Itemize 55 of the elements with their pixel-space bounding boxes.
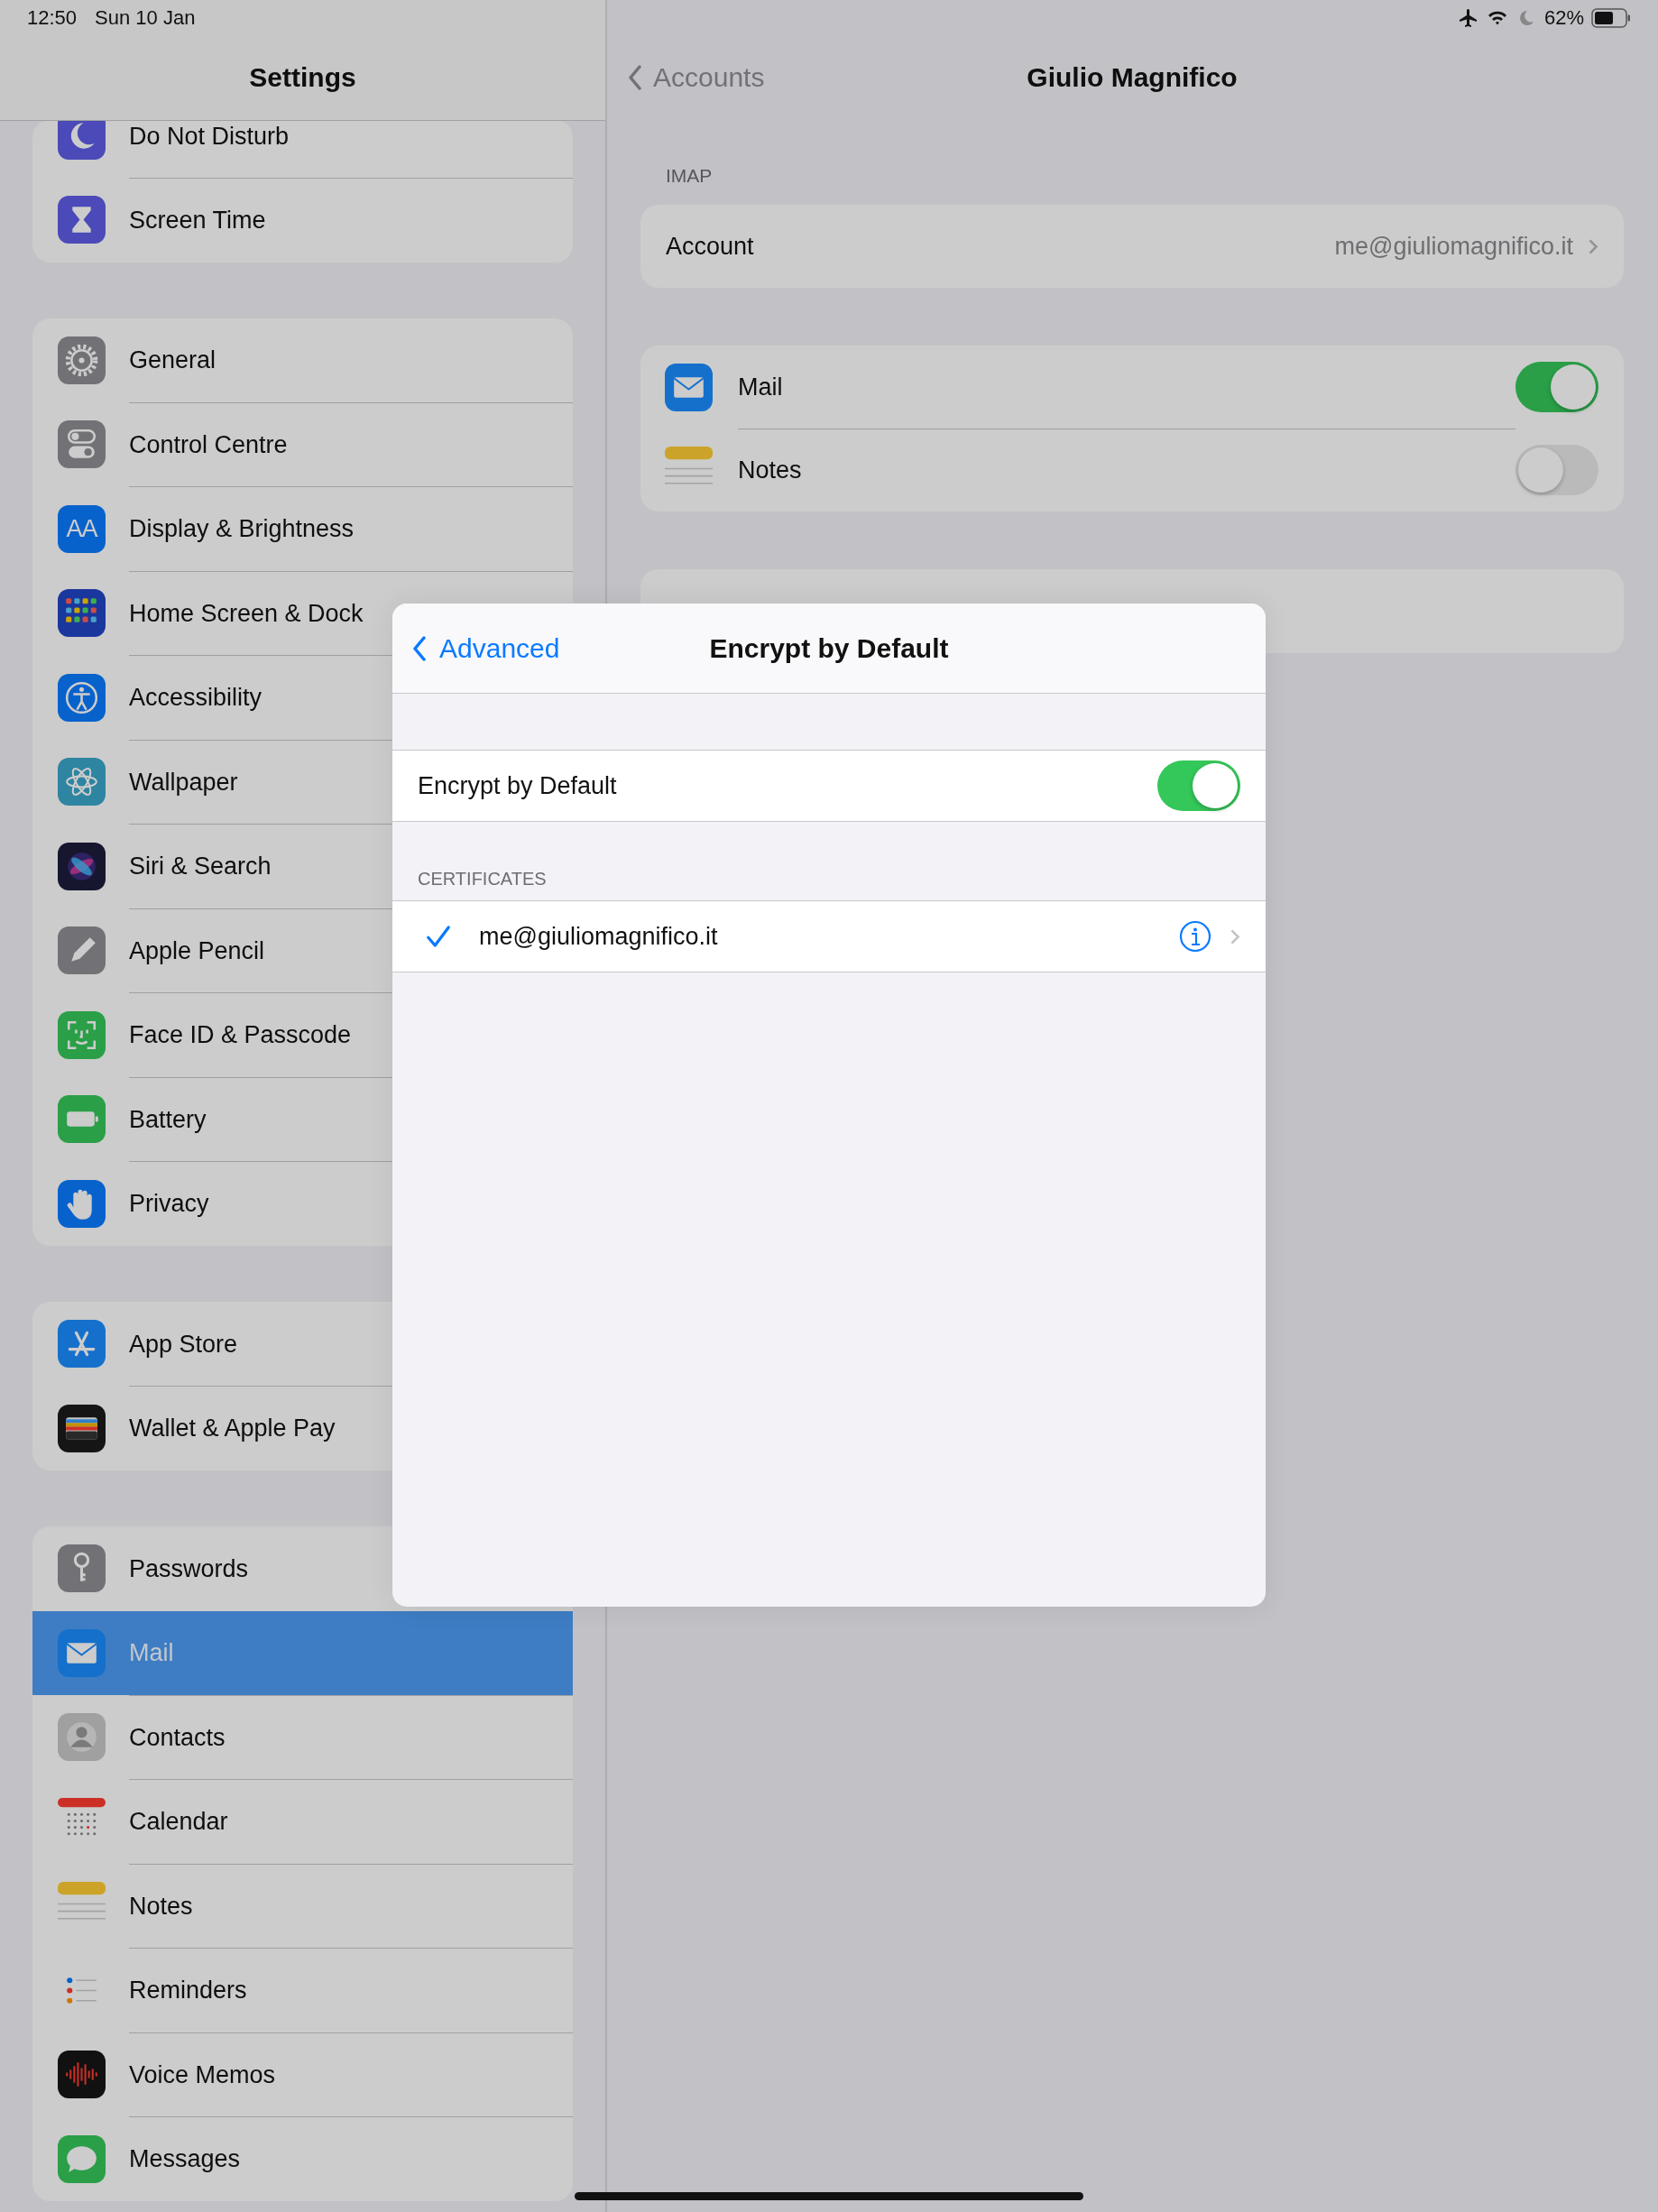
settings-item[interactable]: App Store xyxy=(32,1302,573,1387)
settings-item[interactable]: Passwords xyxy=(32,1526,573,1611)
key-icon xyxy=(58,1544,106,1593)
settings-item[interactable]: AA Display & Brightness xyxy=(32,486,573,571)
hand-icon xyxy=(58,1179,106,1228)
gear-icon xyxy=(58,336,106,384)
text-size-icon: AA xyxy=(58,504,106,553)
face-frame-icon xyxy=(58,1010,106,1059)
settings-item[interactable]: Contacts xyxy=(32,1695,573,1780)
settings-item[interactable]: Voice Memos xyxy=(32,2032,573,2117)
account-row[interactable]: Account me@giuliomagnifico.it xyxy=(640,205,1624,288)
settings-item[interactable]: Screen Time xyxy=(32,178,573,263)
sidebar-title: Settings xyxy=(249,62,356,93)
pencil-icon xyxy=(58,926,106,975)
envelope-icon xyxy=(58,1628,106,1677)
app-label: Notes xyxy=(738,428,1515,512)
app-label: Mail xyxy=(738,373,784,402)
settings-item[interactable]: General xyxy=(32,318,573,402)
airplane-icon xyxy=(1457,7,1479,29)
person-icon xyxy=(58,1713,106,1762)
page-title: Giulio Magnifico xyxy=(1027,62,1238,93)
section-header: IMAP xyxy=(666,165,714,187)
toggle-switch[interactable] xyxy=(1515,445,1598,495)
status-time: 12:50 xyxy=(27,6,78,30)
toggle-switch[interactable] xyxy=(1157,760,1240,811)
settings-item[interactable]: Control Centre xyxy=(32,402,573,487)
back-chevron-icon xyxy=(628,65,642,90)
settings-item[interactable]: Calendar xyxy=(32,1779,573,1864)
battery-icon xyxy=(1591,8,1631,28)
info-icon[interactable] xyxy=(1179,920,1211,953)
sheet-title: Encrypt by Default xyxy=(709,632,949,664)
settings-item[interactable]: Messages xyxy=(32,2116,573,2201)
app-grid-icon xyxy=(58,589,106,638)
battery-percent: 62% xyxy=(1543,6,1584,30)
section-header: CERTIFICATES xyxy=(417,868,548,890)
toggles-icon xyxy=(58,420,106,469)
orb-icon xyxy=(58,842,106,890)
waveform-icon xyxy=(58,2051,106,2099)
chevron-icon xyxy=(1588,237,1598,255)
accessibility-icon xyxy=(58,673,106,722)
settings-item[interactable]: Notes xyxy=(32,1864,573,1949)
chevron-icon xyxy=(1230,927,1240,945)
setting-label: Encrypt by Default xyxy=(418,771,617,800)
wallet-icon xyxy=(58,1404,106,1452)
back-chevron-icon xyxy=(412,635,427,661)
battery-icon xyxy=(58,1095,106,1144)
back-button[interactable]: Advanced xyxy=(412,632,560,664)
hourglass-icon xyxy=(58,196,106,244)
settings-item[interactable]: Reminders xyxy=(32,1948,573,2032)
status-date: Sun 10 Jan xyxy=(95,6,196,30)
envelope-icon xyxy=(665,363,713,411)
certificate-row[interactable]: me@giuliomagnifico.it xyxy=(392,900,1266,972)
app-store-icon xyxy=(58,1320,106,1369)
toggle-switch[interactable] xyxy=(1515,362,1598,412)
speech-bubble-icon xyxy=(58,2134,106,2183)
